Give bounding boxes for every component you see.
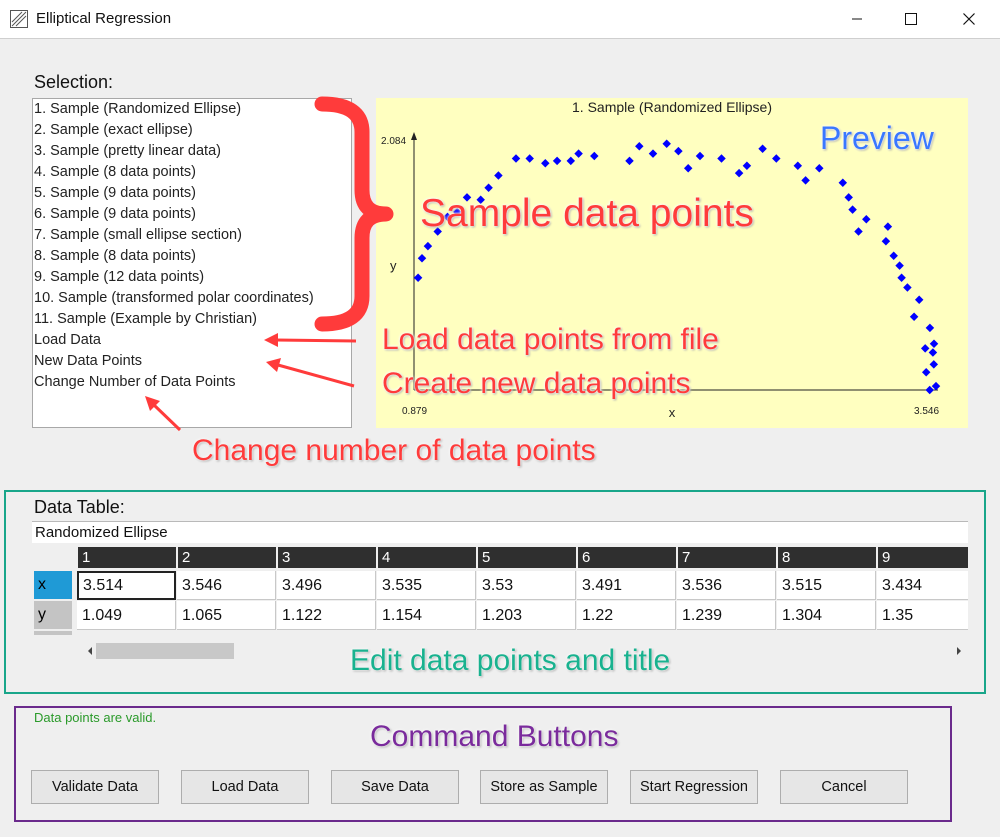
table-cell[interactable]: 3.515 — [777, 571, 876, 600]
column-header[interactable]: 8 — [778, 547, 876, 568]
table-cell[interactable]: 3.546 — [177, 571, 276, 600]
table-cell[interactable]: 3.536 — [677, 571, 776, 600]
table-cell[interactable]: 3.496 — [277, 571, 376, 600]
scroll-left-icon — [88, 647, 92, 655]
table-cell[interactable]: 3.53 — [477, 571, 576, 600]
table-cell[interactable]: 1.203 — [477, 601, 576, 630]
table-cell[interactable]: 3.434 — [877, 571, 968, 600]
column-header[interactable]: 7 — [678, 547, 776, 568]
data-grid: 1 2 3 4 5 6 7 8 9 x 3.514 3.546 3.496 3.535 3.53 3.491 3… — [32, 545, 968, 635]
column-header[interactable]: 5 — [478, 547, 576, 568]
grid-corner — [32, 545, 78, 569]
column-header[interactable]: 4 — [378, 547, 476, 568]
table-cell[interactable]: 3.514 — [77, 571, 176, 600]
arrow-load-data — [264, 333, 357, 347]
load-data-button[interactable]: Load Data — [181, 770, 309, 804]
data-title-input[interactable]: Randomized Ellipse — [32, 521, 968, 543]
column-header[interactable]: 3 — [278, 547, 376, 568]
column-header[interactable]: 9 — [878, 547, 968, 568]
table-cell[interactable]: 1.304 — [777, 601, 876, 630]
table-cell[interactable]: 1.239 — [677, 601, 776, 630]
scroll-right-icon — [957, 647, 961, 655]
row-header — [34, 631, 72, 635]
row-header[interactable]: x — [34, 571, 72, 599]
horizontal-scrollbar[interactable] — [78, 640, 968, 662]
table-cell[interactable]: 1.22 — [577, 601, 676, 630]
save-data-button[interactable]: Save Data — [331, 770, 459, 804]
arrow-new-data — [266, 358, 355, 388]
scroll-thumb — [96, 643, 234, 659]
table-cell[interactable]: 1.122 — [277, 601, 376, 630]
store-as-sample-button[interactable]: Store as Sample — [480, 770, 608, 804]
table-cell[interactable]: 1.154 — [377, 601, 476, 630]
column-header[interactable]: 1 — [78, 547, 176, 568]
column-header[interactable]: 2 — [178, 547, 276, 568]
table-cell[interactable]: 1.049 — [77, 601, 176, 630]
status-text: Data points are valid. — [34, 710, 157, 725]
arrow-change-number — [145, 396, 182, 432]
table-cell[interactable]: 1.35 — [877, 601, 968, 630]
start-regression-button[interactable]: Start Regression — [630, 770, 758, 804]
column-header[interactable]: 6 — [578, 547, 676, 568]
validate-data-button[interactable]: Validate Data — [31, 770, 159, 804]
table-cell[interactable]: 3.491 — [577, 571, 676, 600]
data-table-label: Data Table: — [34, 497, 125, 517]
table-cell[interactable]: 3.535 — [377, 571, 476, 600]
row-header[interactable]: y — [34, 601, 72, 629]
annotation-brace — [314, 96, 394, 332]
cancel-button[interactable]: Cancel — [780, 770, 908, 804]
table-cell[interactable]: 1.065 — [177, 601, 276, 630]
